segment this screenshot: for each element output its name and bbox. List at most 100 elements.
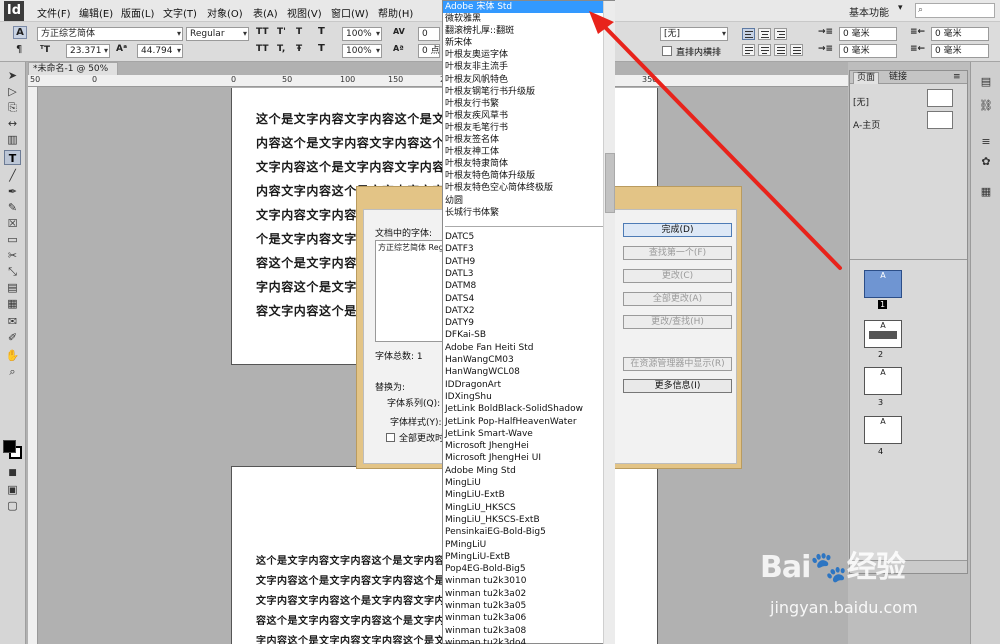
font-option[interactable]: DFKai-SB [445,329,486,341]
font-option[interactable]: Adobe Ming Std [445,465,516,477]
find-first-button[interactable]: 查找第一个(F) [623,246,732,260]
master-a-thumbnail[interactable] [927,111,953,129]
scissors-tool-icon[interactable]: ✂ [4,248,21,263]
font-option[interactable]: winman tu2k3do4 [445,637,526,644]
align-towards-spine-button[interactable] [790,44,803,56]
font-option[interactable]: winman tu2k3a08 [445,625,526,637]
font-option[interactable]: 叶根友特色空心简体终极版 [445,182,553,194]
font-option[interactable]: 叶根友非主流手 [445,61,508,73]
font-option[interactable]: DATY9 [445,317,474,329]
justify-center-button[interactable] [758,44,771,56]
menu-window[interactable]: 窗口(W) [331,5,369,20]
baseline-shift-field[interactable]: 0 点 [418,44,440,58]
page-thumbnail-1[interactable]: A [864,270,902,298]
menu-layout[interactable]: 版面(L) [121,5,154,20]
char-style-field[interactable]: [无] ▾ [660,27,728,41]
font-option[interactable]: HanWangWCL08 [445,366,520,378]
gradient-feather-tool-icon[interactable]: ▦ [4,296,21,311]
pages-panel-icon[interactable]: ▤ [977,74,995,90]
page-thumbnail-3[interactable]: A [864,367,902,395]
master-none-label[interactable]: [无] [853,95,869,108]
pen-tool-icon[interactable]: ✒ [4,184,21,199]
eyedropper-tool-icon[interactable]: ✐ [4,330,21,345]
stroke-panel-icon[interactable]: ≡ [977,134,995,150]
text-line[interactable]: 文字内容这个是文字内容文字内容 [256,158,445,175]
free-transform-tool-icon[interactable]: ⤡ [4,264,21,279]
font-option[interactable]: PMingLiU [445,539,486,551]
done-button[interactable]: 完成(D) [623,223,732,237]
document-tab[interactable]: *未命名-1 @ 50% [28,62,118,75]
note-tool-icon[interactable]: ✉ [4,314,21,329]
font-option[interactable]: DATL3 [445,268,473,280]
font-option[interactable]: 叶根友特隶简体 [445,158,508,170]
subscript-icon[interactable]: T, [277,44,285,54]
menu-view[interactable]: 视图(V) [287,5,322,20]
font-option[interactable]: JetLink BoldBlack-SolidShadow [445,403,583,415]
font-option[interactable]: Pop4EG-Bold-Big5 [445,563,526,575]
justify-left-button[interactable] [742,44,755,56]
font-option[interactable]: winman tu2k3a06 [445,612,526,624]
para-format-icon[interactable]: ¶ [16,44,22,55]
rectangle-frame-tool-icon[interactable]: ☒ [4,216,21,231]
font-option[interactable]: MingLiU-ExtB [445,489,505,501]
font-option[interactable]: 叶根友毛笔行书 [445,122,508,134]
font-option-selected[interactable]: Adobe 宋体 Std [443,1,603,13]
all-caps-icon[interactable]: TT [256,27,269,37]
underline-icon[interactable]: T [296,27,302,37]
content-collector-icon[interactable]: ▥ [4,132,21,147]
scrollbar-thumb[interactable] [605,153,615,213]
font-option[interactable]: MingLiU [445,477,481,489]
font-dropdown-list[interactable]: Adobe 宋体 Std 微软雅黑 翻滚榜扎厚::翻斑 新宋体 叶根友奥运字体 叶根友非… [442,0,615,644]
font-option[interactable]: IDXingShu [445,391,492,403]
help-search-input[interactable]: ⌕ [915,3,995,18]
fill-stroke-swatch[interactable] [3,440,23,460]
font-option[interactable]: DATF3 [445,243,474,255]
font-option[interactable]: PMingLiU-ExtB [445,551,510,563]
font-option[interactable]: HanWangCM03 [445,354,514,366]
master-none-thumbnail[interactable] [927,89,953,107]
font-option[interactable]: DATC5 [445,231,474,243]
font-family-field[interactable]: 方正综艺简体 ▾ [37,27,183,41]
kerning-field[interactable]: 0 [418,27,440,41]
font-option[interactable]: 叶根友疾风草书 [445,110,508,122]
tate-chu-yoko-checkbox[interactable] [662,46,672,56]
master-a-label[interactable]: A-主页 [853,118,880,131]
font-option[interactable]: JetLink Pop-HalfHeavenWater [445,416,577,428]
links-panel-icon[interactable]: ⛓ [977,98,995,114]
dropdown-scrollbar[interactable] [603,1,615,644]
menu-object[interactable]: 对象(O) [207,5,243,20]
font-option[interactable]: 长城行书体繁 [445,207,499,219]
font-option[interactable]: 幼圆 [445,195,463,207]
font-option[interactable]: DATM8 [445,280,476,292]
page-thumbnail-4[interactable]: A [864,416,902,444]
change-all-checkbox[interactable] [386,433,395,442]
font-option[interactable]: winman tu2k3010 [445,575,527,587]
reveal-in-explorer-button[interactable]: 在资源管理器中显示(R) [623,357,732,371]
font-option[interactable]: 翻滚榜扎厚::翻斑 [445,25,514,37]
font-option[interactable]: 叶根友奥运字体 [445,49,508,61]
tab-pages[interactable]: 页面 [853,72,880,84]
selection-tool-icon[interactable]: ➤ [4,68,21,83]
font-option[interactable]: 叶根友神工体 [445,146,499,158]
page-tool-icon[interactable]: ⎘ [4,100,21,115]
align-left-button[interactable] [742,28,755,40]
font-option[interactable]: IDDragonArt [445,379,501,391]
font-size-field[interactable]: 23.371 ▾ [66,44,110,58]
rectangle-tool-icon[interactable]: ▭ [4,232,21,247]
font-option[interactable]: MingLiU_HKSCS [445,502,516,514]
panel-menu-icon[interactable]: ≡ [950,72,964,84]
font-option[interactable]: Microsoft JhengHei UI [445,452,541,464]
vertical-scale-field[interactable]: 100% ▾ [342,27,382,41]
font-option[interactable]: 叶根友特色简体升级版 [445,170,535,182]
menu-file[interactable]: 文件(F) [37,5,71,20]
last-line-indent-field[interactable]: 0 毫米 [931,44,989,58]
font-option[interactable]: winman tu2k3a02 [445,588,526,600]
font-option[interactable]: Microsoft JhengHei [445,440,529,452]
font-option[interactable]: 叶根友签名体 [445,134,499,146]
justify-all-button[interactable] [774,44,787,56]
font-option[interactable]: 微软雅黑 [445,13,481,25]
font-option[interactable]: DATH9 [445,256,475,268]
change-find-button[interactable]: 更改/查找(H) [623,315,732,329]
text-line[interactable]: 内容这个是文字内容文字内容这个 [256,134,445,151]
gradient-swatch-tool-icon[interactable]: ▤ [4,280,21,295]
